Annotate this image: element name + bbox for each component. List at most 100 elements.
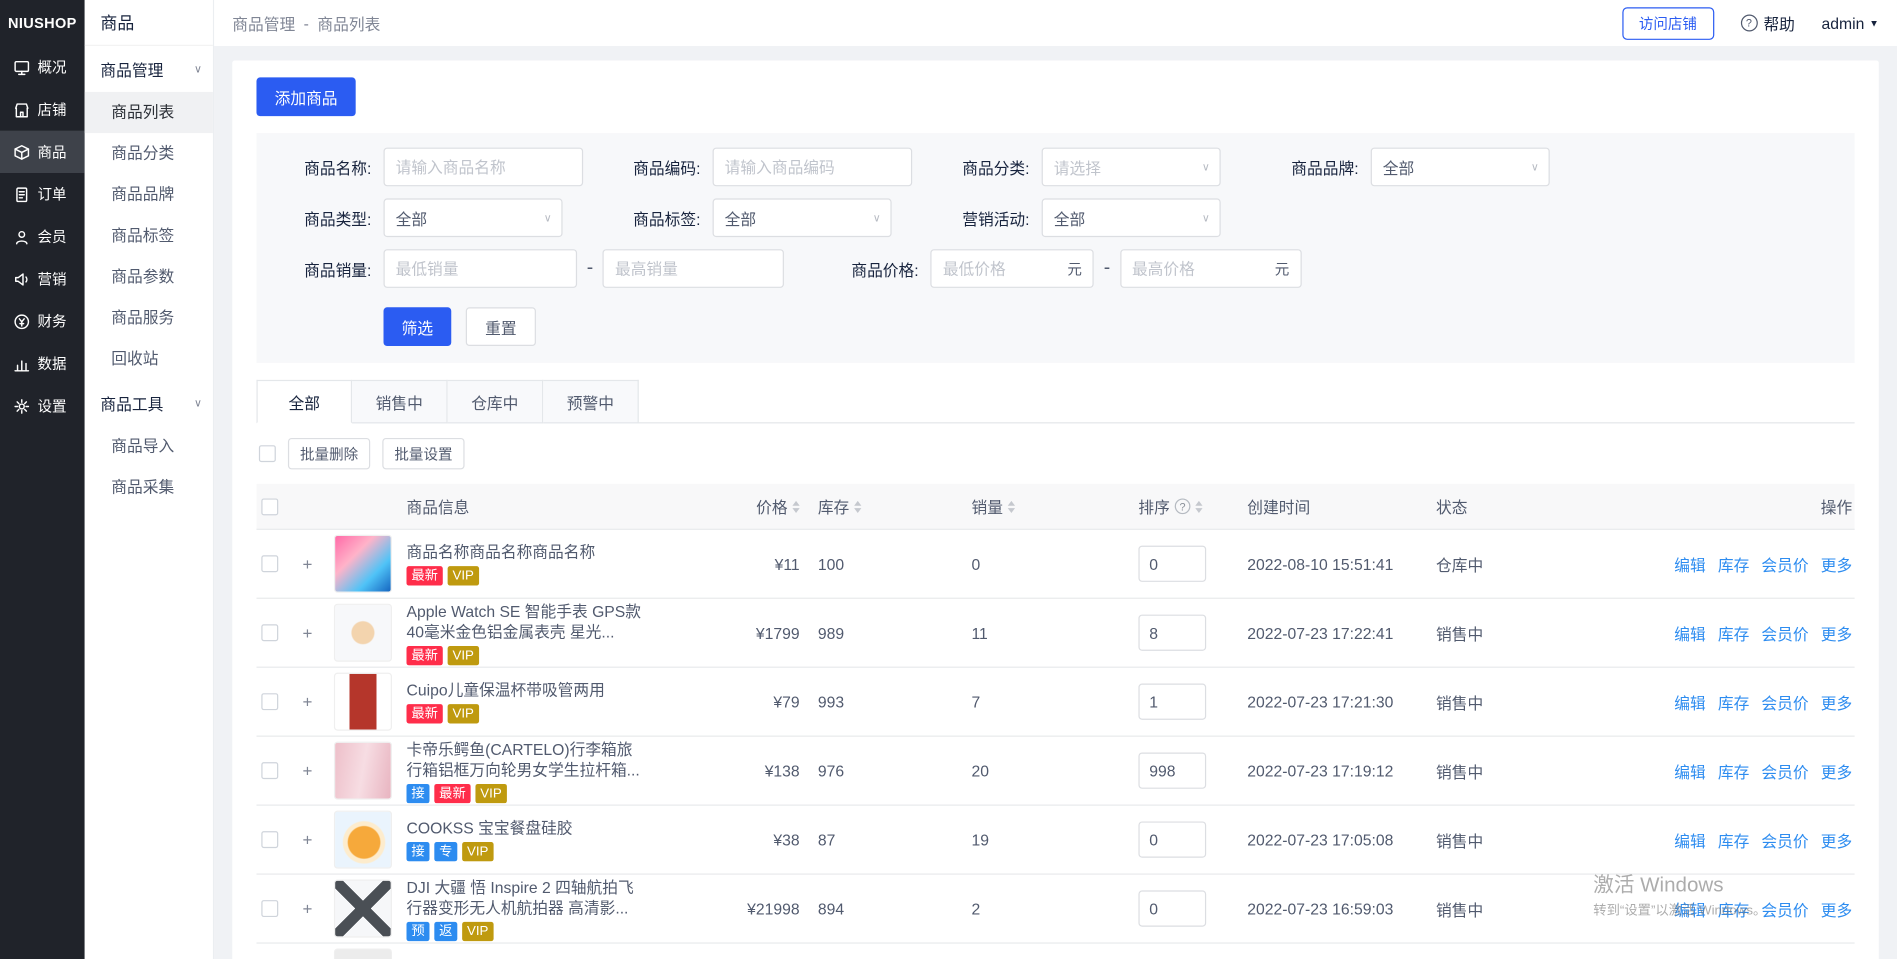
sort-input[interactable]: [1138, 546, 1206, 582]
row-checkbox[interactable]: [261, 693, 278, 710]
stock-link[interactable]: 库存: [1718, 759, 1749, 782]
select-all-checkbox[interactable]: [261, 498, 278, 515]
price-sort-toggle[interactable]: [792, 500, 799, 512]
filter-submit-button[interactable]: 筛选: [384, 307, 452, 346]
tab-in-warehouse[interactable]: 仓库中: [448, 380, 544, 424]
help-button[interactable]: ? 帮助: [1740, 11, 1794, 34]
row-checkbox[interactable]: [261, 900, 278, 917]
member-price-link[interactable]: 会员价: [1761, 759, 1808, 782]
submenu-item-goods-import[interactable]: 商品导入: [85, 426, 213, 467]
more-link[interactable]: 更多: [1821, 621, 1852, 644]
brand-select[interactable]: 全部 ∨: [1371, 148, 1550, 187]
submenu-item-goods-brand[interactable]: 商品品牌: [85, 174, 213, 215]
submenu-item-goods-list[interactable]: 商品列表: [85, 92, 213, 133]
stock-link[interactable]: 库存: [1718, 552, 1749, 575]
sidebar-item-marketing[interactable]: 营销: [0, 258, 85, 300]
expand-toggle[interactable]: +: [302, 623, 333, 642]
product-title: Cuipo儿童保温杯带吸管两用: [406, 680, 604, 701]
submenu-title: 商品: [85, 0, 213, 46]
activity-select[interactable]: 全部 ∨: [1042, 198, 1221, 237]
sort-input[interactable]: [1138, 684, 1206, 720]
min-sales-input[interactable]: [384, 249, 578, 288]
submenu-item-goods-label[interactable]: 商品标签: [85, 215, 213, 256]
member-price-link[interactable]: 会员价: [1761, 828, 1808, 851]
min-price-field: 元: [931, 249, 1094, 288]
edit-link[interactable]: 编辑: [1674, 828, 1705, 851]
submenu-item-goods-collect[interactable]: 商品采集: [85, 467, 213, 508]
expand-toggle[interactable]: +: [302, 899, 333, 918]
question-icon[interactable]: ?: [1175, 498, 1191, 514]
submenu-item-goods-service[interactable]: 商品服务: [85, 298, 213, 339]
edit-link[interactable]: 编辑: [1674, 621, 1705, 644]
tab-on-sale[interactable]: 销售中: [352, 380, 448, 424]
edit-link[interactable]: 编辑: [1674, 897, 1705, 920]
tab-all[interactable]: 全部: [256, 380, 352, 424]
more-link[interactable]: 更多: [1821, 690, 1852, 713]
expand-toggle[interactable]: +: [302, 554, 333, 573]
order-sort-toggle[interactable]: [1195, 500, 1202, 512]
submenu-item-recycle-bin[interactable]: 回收站: [85, 339, 213, 380]
stock-link[interactable]: 库存: [1718, 897, 1749, 920]
expand-toggle[interactable]: +: [302, 761, 333, 780]
row-checkbox[interactable]: [261, 555, 278, 572]
sidebar-item-finance[interactable]: 财务: [0, 300, 85, 342]
sales-sort-toggle[interactable]: [1008, 500, 1015, 512]
more-link[interactable]: 更多: [1821, 897, 1852, 920]
batch-select-checkbox[interactable]: [259, 445, 276, 462]
more-link[interactable]: 更多: [1821, 828, 1852, 851]
row-checkbox[interactable]: [261, 624, 278, 641]
tag-select[interactable]: 全部 ∨: [713, 198, 892, 237]
sort-input[interactable]: [1138, 821, 1206, 857]
submenu-group-goods-tools[interactable]: 商品工具 ∨: [85, 380, 213, 426]
sidebar-item-members[interactable]: 会员: [0, 215, 85, 257]
batch-delete-button[interactable]: 批量删除: [288, 438, 370, 469]
submenu-group-goods-manage[interactable]: 商品管理 ∨: [85, 46, 213, 92]
edit-link[interactable]: 编辑: [1674, 759, 1705, 782]
breadcrumb-item[interactable]: 商品管理: [232, 11, 295, 34]
row-checkbox[interactable]: [261, 762, 278, 779]
edit-link[interactable]: 编辑: [1674, 690, 1705, 713]
sort-input[interactable]: [1138, 615, 1206, 651]
more-link[interactable]: 更多: [1821, 759, 1852, 782]
stock-link[interactable]: 库存: [1718, 690, 1749, 713]
edit-link[interactable]: 编辑: [1674, 552, 1705, 575]
submenu-item-goods-category[interactable]: 商品分类: [85, 133, 213, 174]
more-link[interactable]: 更多: [1821, 552, 1852, 575]
submenu-item-goods-params[interactable]: 商品参数: [85, 256, 213, 297]
stock-sort-toggle[interactable]: [854, 500, 861, 512]
category-select[interactable]: 请选择 ∨: [1042, 148, 1221, 187]
member-price-link[interactable]: 会员价: [1761, 621, 1808, 644]
sidebar-item-shop[interactable]: 店铺: [0, 88, 85, 130]
filter-reset-button[interactable]: 重置: [466, 307, 536, 346]
product-badges: 最新 VIP: [406, 704, 478, 723]
batch-settings-button[interactable]: 批量设置: [382, 438, 464, 469]
sidebar-item-orders[interactable]: 订单: [0, 173, 85, 215]
filter-row-1: 商品名称: 商品编码: 商品分类: 请选择 ∨: [269, 148, 1843, 187]
stock-link[interactable]: 库存: [1718, 828, 1749, 851]
member-price-link[interactable]: 会员价: [1761, 897, 1808, 920]
sidebar-item-goods[interactable]: 商品: [0, 131, 85, 173]
add-product-button[interactable]: 添加商品: [256, 77, 355, 116]
max-price-input[interactable]: [1132, 260, 1270, 278]
tab-warning[interactable]: 预警中: [543, 380, 639, 424]
user-menu[interactable]: admin ▼: [1822, 14, 1879, 32]
min-price-input[interactable]: [943, 260, 1063, 278]
expand-toggle[interactable]: +: [302, 830, 333, 849]
sort-input[interactable]: [1138, 890, 1206, 926]
product-name-input[interactable]: [384, 148, 584, 187]
max-sales-input[interactable]: [603, 249, 784, 288]
member-price-link[interactable]: 会员价: [1761, 552, 1808, 575]
sidebar-item-settings[interactable]: 设置: [0, 385, 85, 427]
sort-input[interactable]: [1138, 752, 1206, 788]
stock-link[interactable]: 库存: [1718, 621, 1749, 644]
row-checkbox[interactable]: [261, 831, 278, 848]
sidebar-item-overview[interactable]: 概况: [0, 46, 85, 88]
product-code-input[interactable]: [713, 148, 913, 187]
visit-shop-button[interactable]: 访问店铺: [1622, 7, 1714, 40]
sidebar-item-data[interactable]: 数据: [0, 342, 85, 384]
filter-price-range: 商品价格: 元 - 元: [816, 249, 1302, 288]
type-select[interactable]: 全部 ∨: [384, 198, 563, 237]
expand-toggle[interactable]: +: [302, 692, 333, 711]
help-label: 帮助: [1763, 11, 1794, 34]
member-price-link[interactable]: 会员价: [1761, 690, 1808, 713]
